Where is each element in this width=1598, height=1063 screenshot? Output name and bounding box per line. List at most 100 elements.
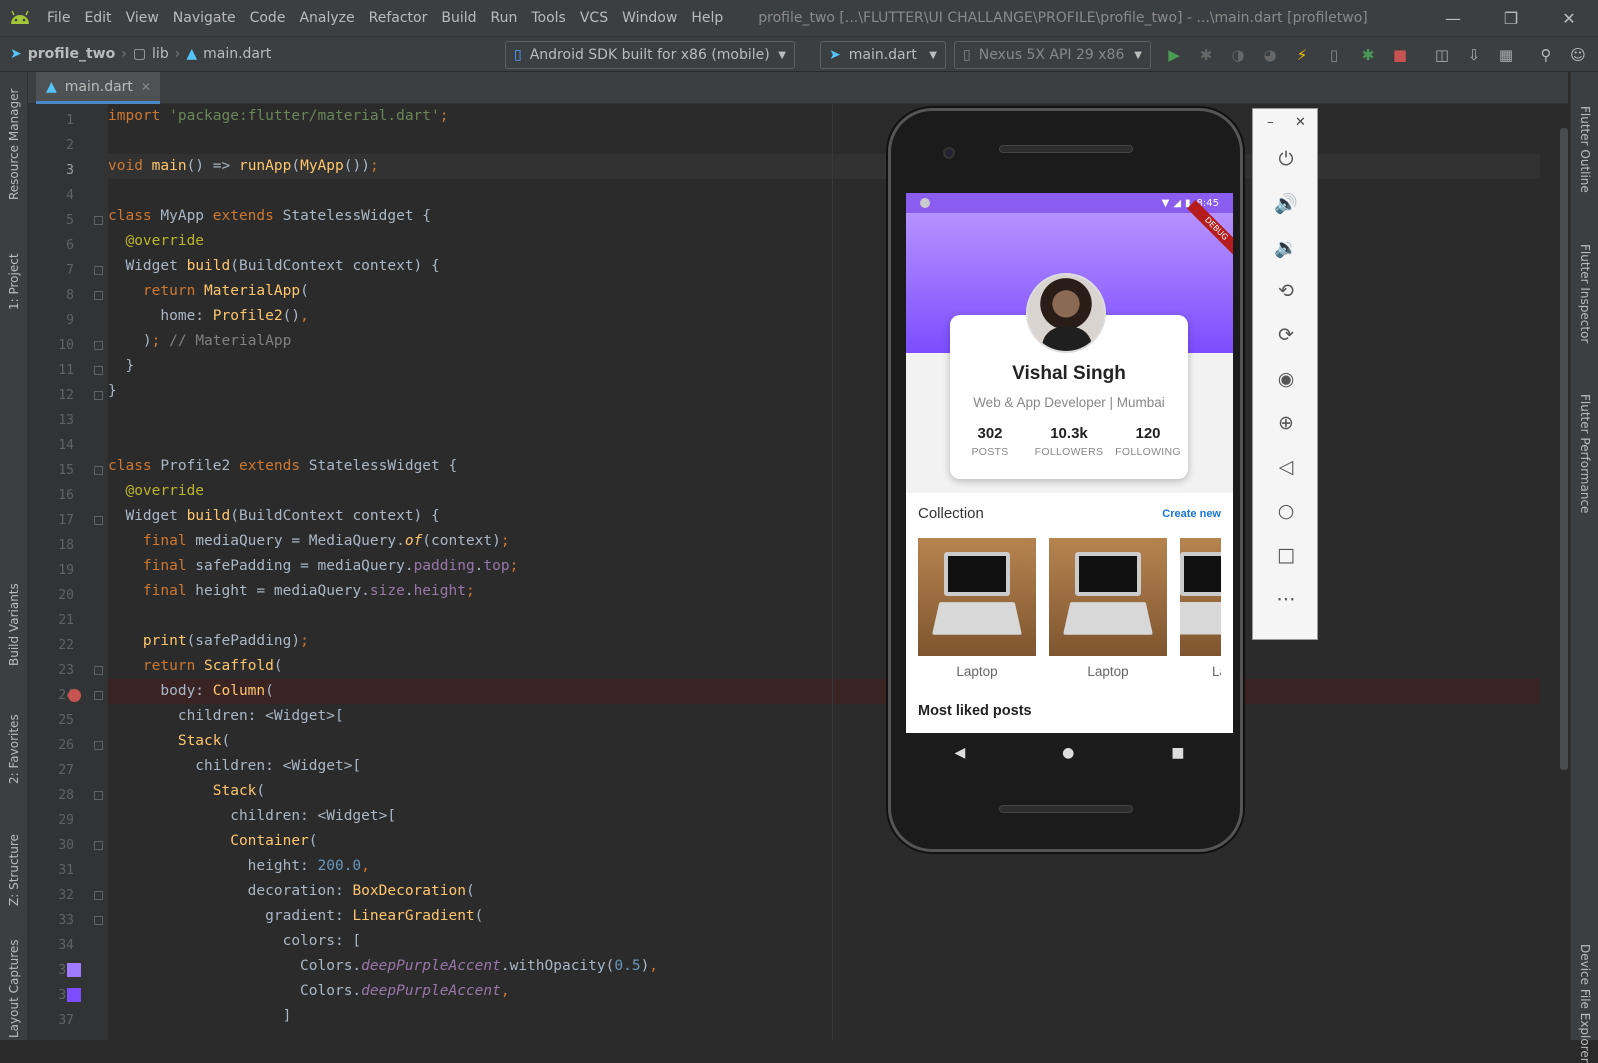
code-editor[interactable]: import 'package:flutter/material.dart'; … — [108, 104, 1540, 1040]
fold-marker-icon[interactable] — [94, 666, 103, 675]
profile-icon[interactable]: ◕ — [1260, 45, 1280, 65]
back-icon[interactable]: ◁ — [1253, 445, 1319, 489]
fold-marker-icon[interactable] — [94, 216, 103, 225]
tool-tab-flutter-inspector[interactable]: Flutter Inspector — [1578, 244, 1592, 343]
fold-marker-icon[interactable] — [94, 691, 103, 700]
nav-back-icon[interactable]: ◀ — [954, 745, 965, 761]
emulator-close-icon[interactable]: ✕ — [1295, 115, 1306, 130]
menu-view[interactable]: View — [119, 0, 166, 36]
menu-file[interactable]: File — [40, 0, 77, 36]
debug-icon[interactable]: ✱ — [1196, 45, 1216, 65]
avd-label: Nexus 5X API 29 x86 — [978, 47, 1125, 63]
overview-icon[interactable]: □ — [1253, 533, 1319, 577]
collection-item-image[interactable] — [1049, 538, 1167, 656]
fold-marker-icon[interactable] — [94, 291, 103, 300]
avatar[interactable] — [1026, 273, 1106, 353]
line-number-gutter: 1 2 3 4 5 6 7 8 9 10 11 12 13 14 15 16 17 18 19 20 21 22 23 24 2… — [28, 104, 108, 1040]
collection-item-image[interactable] — [1180, 538, 1221, 656]
stat-posts[interactable]: 302 POSTS — [950, 425, 1030, 458]
project-structure-icon[interactable]: ▦ — [1496, 45, 1516, 65]
emulator-side-toolbar: – ✕ ⏻ 🔊 🔉 ⟲ ⟳ ◉ ⊕ ◁ ○ □ ⋯ — [1252, 108, 1318, 640]
stop-icon[interactable]: ■ — [1390, 45, 1410, 65]
breakpoint-icon[interactable] — [68, 689, 81, 702]
editor-tab-main-dart[interactable]: ▲ main.dart ✕ — [36, 72, 160, 104]
menu-tools[interactable]: Tools — [524, 0, 573, 36]
tool-tab-flutter-outline[interactable]: Flutter Outline — [1578, 106, 1592, 193]
menu-vcs[interactable]: VCS — [573, 0, 615, 36]
nav-home-icon[interactable]: ● — [1062, 745, 1074, 761]
create-new-link[interactable]: Create new — [1162, 508, 1221, 520]
rotate-right-icon[interactable]: ⟳ — [1253, 313, 1319, 357]
hot-reload-icon[interactable]: ⚡ — [1292, 45, 1312, 65]
search-icon[interactable]: ⚲ — [1536, 45, 1556, 65]
fold-marker-icon[interactable] — [94, 891, 103, 900]
account-icon[interactable]: ☺ — [1568, 45, 1588, 65]
tool-tab-favorites[interactable]: 2: Favorites — [7, 714, 21, 784]
coverage-icon[interactable]: ◑ — [1228, 45, 1248, 65]
run-icon[interactable]: ▶ — [1164, 45, 1184, 65]
restore-icon[interactable]: ❐ — [1482, 0, 1540, 36]
close-tab-icon[interactable]: ✕ — [141, 80, 151, 94]
line-number: 20 — [58, 588, 74, 603]
close-icon[interactable]: ✕ — [1540, 0, 1598, 36]
camera-icon[interactable]: ◉ — [1253, 357, 1319, 401]
sdk-manager-icon[interactable]: ⇩ — [1464, 45, 1484, 65]
breadcrumb-project[interactable]: profile_two — [28, 46, 115, 62]
fold-marker-icon[interactable] — [94, 741, 103, 750]
tool-tab-layout-captures[interactable]: Layout Captures — [7, 939, 21, 1038]
minimize-icon[interactable]: — — [1424, 0, 1482, 36]
more-icon[interactable]: ⋯ — [1253, 577, 1319, 621]
apply-changes-icon[interactable]: ▯ — [1324, 45, 1344, 65]
editor-tab-label: main.dart — [64, 78, 133, 95]
menu-help[interactable]: Help — [684, 0, 730, 36]
menu-build[interactable]: Build — [434, 0, 483, 36]
home-icon[interactable]: ○ — [1253, 489, 1319, 533]
avd-manager-icon[interactable]: ◫ — [1432, 45, 1452, 65]
color-swatch-icon[interactable] — [67, 988, 81, 1002]
tool-tab-resource-manager[interactable]: Resource Manager — [7, 89, 21, 200]
fold-marker-icon[interactable] — [94, 516, 103, 525]
fold-marker-icon[interactable] — [94, 466, 103, 475]
volume-down-icon[interactable]: 🔉 — [1253, 225, 1319, 269]
stat-followers[interactable]: 10.3k FOLLOWERS — [1029, 425, 1109, 458]
fold-marker-icon[interactable] — [94, 916, 103, 925]
menu-analyze[interactable]: Analyze — [292, 0, 361, 36]
run-config-selector[interactable]: ➤ main.dart ▼ — [820, 41, 946, 69]
avd-selector[interactable]: ▯ Nexus 5X API 29 x86 ▼ — [954, 41, 1151, 69]
fold-marker-icon[interactable] — [94, 266, 103, 275]
volume-up-icon[interactable]: 🔊 — [1253, 181, 1319, 225]
fold-marker-icon[interactable] — [94, 341, 103, 350]
power-icon[interactable]: ⏻ — [1253, 137, 1319, 181]
zoom-icon[interactable]: ⊕ — [1253, 401, 1319, 445]
tool-tab-project[interactable]: 1: Project — [7, 253, 21, 310]
device-selector[interactable]: ▯ Android SDK built for x86 (mobile) ▼ — [505, 41, 795, 69]
menu-edit[interactable]: Edit — [77, 0, 118, 36]
breadcrumb-file[interactable]: main.dart — [203, 46, 271, 62]
fold-marker-icon[interactable] — [94, 366, 103, 375]
editor-scrollbar[interactable] — [1560, 128, 1568, 770]
tool-tab-flutter-performance[interactable]: Flutter Performance — [1578, 394, 1592, 513]
attach-debugger-icon[interactable]: ✱ — [1358, 45, 1378, 65]
tool-tab-structure[interactable]: Z: Structure — [7, 834, 21, 906]
breadcrumb-lib[interactable]: lib — [152, 46, 169, 62]
menu-run[interactable]: Run — [484, 0, 525, 36]
emulator-minimize-icon[interactable]: – — [1267, 115, 1274, 130]
color-swatch-icon[interactable] — [67, 963, 81, 977]
menu-window[interactable]: Window — [615, 0, 684, 36]
tool-tab-device-file-explorer[interactable]: Device File Explorer — [1578, 944, 1592, 1063]
fold-marker-icon[interactable] — [94, 791, 103, 800]
collection-item-image[interactable] — [918, 538, 1036, 656]
tool-tab-build-variants[interactable]: Build Variants — [7, 583, 21, 666]
rotate-left-icon[interactable]: ⟲ — [1253, 269, 1319, 313]
fold-marker-icon[interactable] — [94, 841, 103, 850]
stat-following[interactable]: 120 FOLLOWING — [1108, 425, 1188, 458]
emulator-screen[interactable]: ▼ ◢ ▮ 8:45 DEBUG Vishal Singh Web & App … — [906, 193, 1233, 733]
menu-refactor[interactable]: Refactor — [362, 0, 435, 36]
nav-recents-icon[interactable]: ■ — [1171, 745, 1184, 761]
fold-marker-icon[interactable] — [94, 391, 103, 400]
line-number: 11 — [58, 363, 74, 378]
code-line: @override — [125, 483, 205, 499]
menu-code[interactable]: Code — [243, 0, 293, 36]
menu-navigate[interactable]: Navigate — [166, 0, 243, 36]
